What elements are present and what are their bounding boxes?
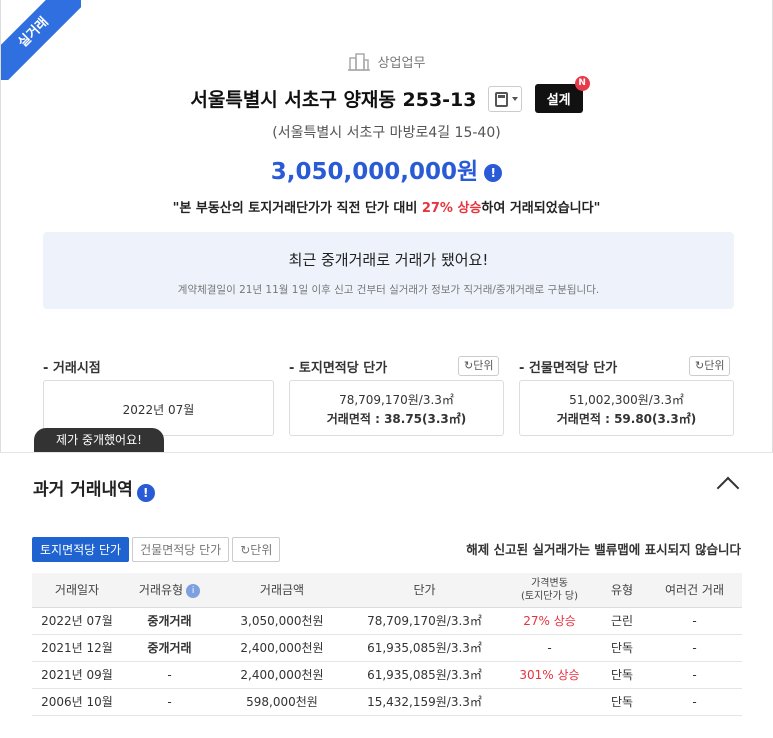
table-row[interactable]: 2022년 07월 중개거래 3,050,000천원 78,709,170원/3…	[32, 607, 742, 635]
notice-title: 최근 중개거래로 거래가 됐어요!	[288, 251, 489, 269]
col-change-l1: 가격변동	[531, 577, 568, 589]
trade-date-value: 2022년 07월	[122, 403, 195, 417]
unit-label: 단위	[473, 359, 494, 372]
ribbon: 실거래	[1, 0, 81, 80]
quote-highlight: 27% 상승	[421, 201, 482, 216]
calculator-button[interactable]	[487, 85, 522, 112]
category-label: 상업업무	[377, 56, 426, 71]
cell-date: 2006년 10월	[32, 688, 122, 716]
chevron-up-icon[interactable]	[716, 476, 740, 500]
col-change-l2: (토지단가 당)	[521, 590, 578, 602]
history-tabs: 토지면적당 단가 건물면적당 단가 ↻단위	[32, 537, 283, 562]
cell-multi: -	[647, 688, 742, 716]
table-header: 거래일자 거래유형 i 거래금액 단가 가격변동 (토지단가 당) 유형 여러건 거…	[32, 573, 742, 608]
building-unit-button[interactable]: ↻단위	[689, 356, 731, 376]
cell-type: 중개거래	[122, 634, 217, 662]
col-kind: 유형	[597, 573, 647, 608]
chevron-down-icon	[511, 96, 518, 101]
cell-unit-price: 78,709,170원/3.3㎡	[347, 607, 502, 635]
cell-amount: 2,400,000천원	[217, 661, 347, 689]
ribbon-label: 실거래	[1, 0, 81, 80]
cell-kind: 단독	[597, 661, 647, 689]
refresh-icon: ↻	[695, 359, 705, 372]
cell-date: 2022년 07월	[32, 607, 122, 635]
col-type: 거래유형 i	[122, 573, 217, 608]
col-amount: 거래금액	[217, 573, 347, 608]
cell-change: 301% 상승	[502, 661, 597, 689]
property-card: 실거래 상업업무 서울특별시 서초구 양재동 253-13 설계 N (서울특별…	[0, 0, 773, 452]
tab-land-unit-price[interactable]: 토지면적당 단가	[32, 537, 130, 562]
cell-multi: -	[647, 634, 742, 662]
new-badge: N	[574, 76, 590, 91]
info-icon[interactable]: !	[484, 163, 503, 182]
refresh-icon: ↻	[464, 359, 474, 372]
table-row[interactable]: 2021년 09월 - 2,400,000천원 61,935,085원/3.3㎡…	[32, 661, 742, 689]
notice-subtitle: 계약체결일이 21년 11월 1일 이후 신고 건부터 실거래가 정보가 직거래…	[177, 284, 600, 296]
table-row[interactable]: 2006년 10월 - 598,000천원 15,432,159원/3.3㎡ 단…	[32, 688, 742, 716]
history-unit-button[interactable]: ↻단위	[232, 537, 281, 562]
trade-date-label: - 거래시점	[43, 361, 101, 376]
cell-amount: 598,000천원	[217, 688, 347, 716]
cell-amount: 2,400,000천원	[217, 634, 347, 662]
cell-kind: 단독	[597, 688, 647, 716]
building-price-label: - 건물면적당 단가	[519, 361, 618, 376]
cell-date: 2021년 12월	[32, 634, 122, 662]
land-price-box: 78,709,170원/3.3㎡ 거래면적 : 38.75(3.3㎡)	[289, 380, 504, 436]
cell-type: -	[122, 661, 217, 689]
history-title-label: 과거 거래내역	[33, 480, 133, 500]
design-button[interactable]: 설계 N	[534, 76, 590, 113]
cell-kind: 근린	[597, 607, 647, 635]
quote-prefix: "본 부동산의 토지거래단가가 직전 단가 대비	[172, 201, 422, 216]
col-change: 가격변동 (토지단가 당)	[502, 573, 597, 608]
address-title: 서울특별시 서초구 양재동 253-13	[190, 89, 477, 111]
cell-unit-price: 61,935,085원/3.3㎡	[347, 661, 502, 689]
history-table: 거래일자 거래유형 i 거래금액 단가 가격변동 (토지단가 당) 유형 여러건 거…	[32, 573, 742, 716]
cell-change: -	[502, 634, 597, 662]
building-price-box: 51,002,300원/3.3㎡ 거래면적 : 59.80(3.3㎡)	[519, 380, 734, 436]
building-unit-price: 51,002,300원/3.3㎡	[569, 393, 684, 407]
calculator-icon	[494, 91, 508, 107]
table-row[interactable]: 2021년 12월 중개거래 2,400,000천원 61,935,085원/3…	[32, 634, 742, 662]
col-type-label: 거래유형	[138, 583, 184, 598]
cell-unit-price: 15,432,159원/3.3㎡	[347, 688, 502, 716]
price-value: 3,050,000,000원	[270, 159, 479, 185]
quote-suffix: 하여 거래되었습니다"	[481, 201, 601, 216]
history-note: 해제 신고된 실거래가는 밸류맵에 표시되지 않습니다	[466, 542, 741, 557]
cell-type: 중개거래	[122, 607, 217, 635]
building-icon	[347, 52, 370, 75]
land-unit-price: 78,709,170원/3.3㎡	[339, 393, 454, 407]
refresh-icon: ↻	[240, 543, 251, 557]
land-price-label: - 토지면적당 단가	[289, 361, 388, 376]
design-button-label: 설계	[546, 93, 571, 108]
cell-multi: -	[647, 607, 742, 635]
land-area: 거래면적 : 38.75(3.3㎡)	[326, 412, 467, 426]
notice-box: 최근 중개거래로 거래가 됐어요! 계약체결일이 21년 11월 1일 이후 신…	[43, 232, 734, 309]
col-date: 거래일자	[32, 573, 122, 608]
unit-label: 단위	[704, 359, 725, 372]
unit-label: 단위	[250, 543, 273, 557]
cell-change	[502, 688, 597, 716]
land-unit-button[interactable]: ↻단위	[458, 356, 500, 376]
history-panel: 과거 거래내역! 토지면적당 단가 건물면적당 단가 ↻단위 해제 신고된 실거래가…	[0, 452, 773, 738]
price-change-statement: "본 부동산의 토지거래단가가 직전 단가 대비 27% 상승하여 거래되었습니…	[1, 197, 772, 216]
category: 상업업무	[1, 52, 772, 75]
building-area: 거래면적 : 59.80(3.3㎡)	[556, 412, 697, 426]
cell-kind: 단독	[597, 634, 647, 662]
address-row: 서울특별시 서초구 양재동 253-13 설계 N	[1, 76, 772, 113]
road-address: (서울특별시 서초구 마방로4길 15-40)	[272, 125, 501, 141]
cell-type: -	[122, 688, 217, 716]
cell-amount: 3,050,000천원	[217, 607, 347, 635]
info-icon[interactable]: i	[186, 583, 201, 598]
broker-tooltip[interactable]: 제가 중개했어요!	[34, 428, 164, 452]
cell-multi: -	[647, 661, 742, 689]
col-unit-price: 단가	[347, 573, 502, 608]
info-icon[interactable]: !	[136, 484, 155, 502]
cell-change: 27% 상승	[502, 607, 597, 635]
cell-date: 2021년 09월	[32, 661, 122, 689]
history-title: 과거 거래내역!	[33, 475, 155, 502]
price-row: 3,050,000,000원!	[1, 152, 772, 186]
cell-unit-price: 61,935,085원/3.3㎡	[347, 634, 502, 662]
col-multi: 여러건 거래	[647, 573, 742, 608]
tab-building-unit-price[interactable]: 건물면적당 단가	[132, 537, 230, 562]
